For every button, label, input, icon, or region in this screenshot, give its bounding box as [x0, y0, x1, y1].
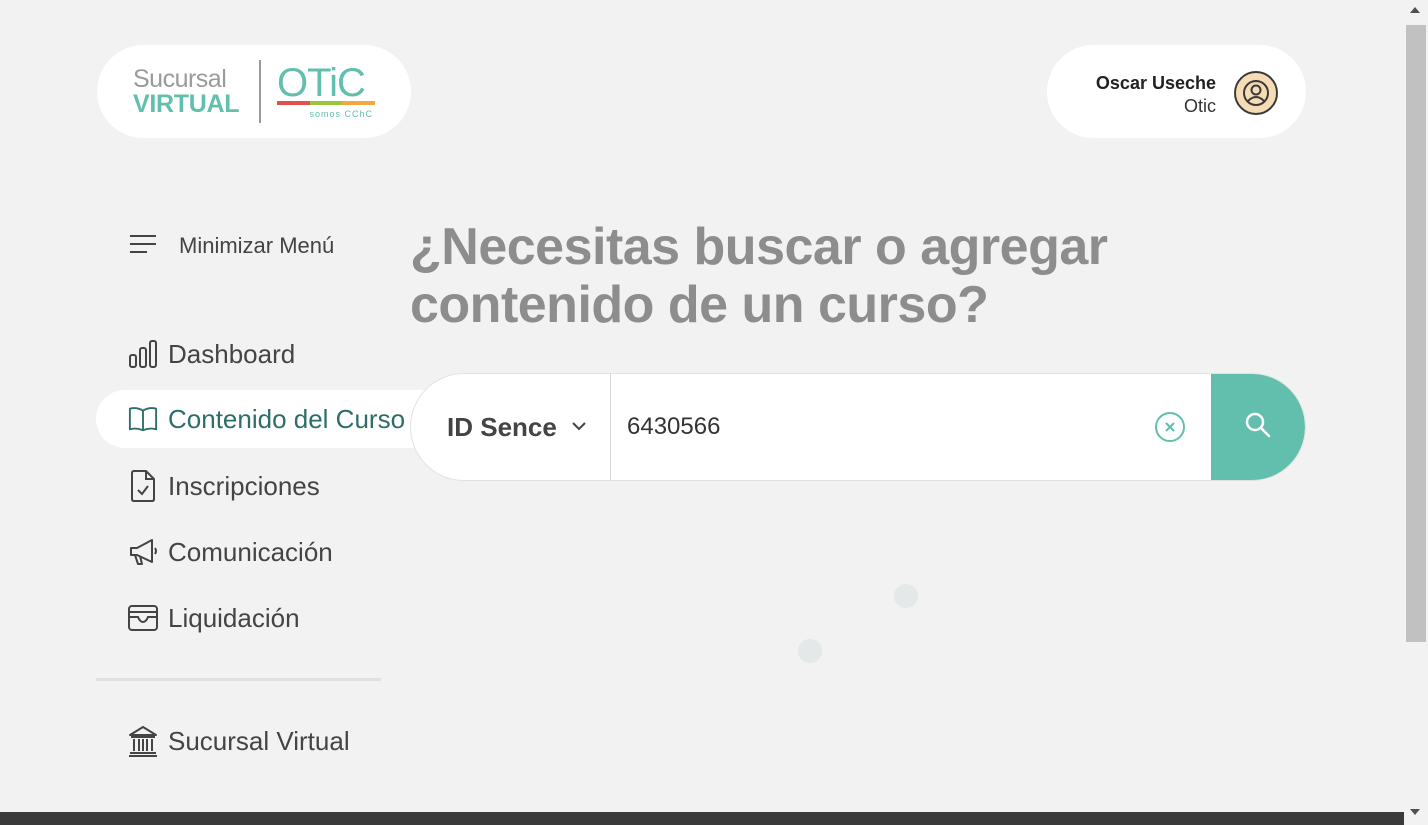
- logo-divider: [259, 60, 261, 123]
- sidebar-item-contenido-del-curso[interactable]: Contenido del Curso: [96, 390, 436, 448]
- user-menu[interactable]: Oscar Useche Otic: [1047, 45, 1306, 138]
- sidebar-item-label: Liquidación: [168, 602, 300, 633]
- scroll-down-arrow-icon[interactable]: [1410, 809, 1420, 815]
- user-circle-icon[interactable]: [1234, 71, 1278, 115]
- sidebar-item-label: Inscripciones: [168, 470, 320, 501]
- chevron-down-icon: [571, 418, 587, 436]
- footer-bar: [0, 812, 1404, 825]
- sidebar-item-comunicacion[interactable]: Comunicación: [96, 523, 426, 581]
- sidebar-item-liquidacion[interactable]: Liquidación: [96, 589, 426, 647]
- sidebar-item-inscripciones[interactable]: Inscripciones: [96, 457, 426, 515]
- bank-building-icon: [128, 726, 158, 757]
- minimize-menu-button[interactable]: Minimizar Menú: [129, 230, 334, 262]
- otic-tagline: somos CChC: [309, 109, 373, 119]
- otic-brand-text: OTiC: [277, 61, 366, 105]
- logo-line2: VIRTUAL: [133, 90, 240, 118]
- sidebar-divider: [96, 678, 381, 681]
- megaphone-icon: [128, 537, 158, 567]
- sidebar-item-label: Dashboard: [168, 338, 296, 369]
- logo-sucursal-virtual: Sucursal VIRTUAL: [133, 65, 240, 118]
- search-icon: [1244, 411, 1272, 444]
- sidebar-item-label: Sucursal Virtual: [168, 725, 350, 756]
- hamburger-icon: [129, 233, 157, 260]
- user-name: Oscar Useche: [1095, 73, 1216, 93]
- search-button[interactable]: [1211, 374, 1305, 480]
- clear-circle-icon[interactable]: [1155, 412, 1185, 442]
- search-type-select[interactable]: ID Sence: [411, 374, 611, 480]
- user-organization: Otic: [1183, 96, 1216, 116]
- minimize-menu-label: Minimizar Menú: [179, 233, 335, 258]
- search-input[interactable]: [611, 374, 1155, 480]
- otic-logo: OTiC somos CChC: [277, 63, 377, 121]
- bar-chart-icon: [128, 339, 158, 369]
- sidebar-item-label: Contenido del Curso: [168, 403, 406, 434]
- logo-pill[interactable]: Sucursal VIRTUAL OTiC somos CChC: [97, 45, 411, 138]
- otic-color-bar: [277, 101, 376, 105]
- scroll-up-arrow-icon[interactable]: [1410, 7, 1420, 13]
- search-type-selected: ID Sence: [447, 411, 557, 442]
- course-search-bar: ID Sence: [410, 373, 1306, 481]
- sidebar-item-sucursal-virtual[interactable]: Sucursal Virtual: [96, 712, 426, 770]
- sidebar-item-label: Comunicación: [168, 536, 333, 567]
- scrollbar-thumb[interactable]: [1406, 25, 1426, 642]
- loading-dot: [798, 639, 822, 663]
- document-check-icon: [128, 470, 158, 502]
- archive-box-icon: [128, 603, 158, 633]
- open-book-icon: [128, 404, 158, 434]
- logo-line1: Sucursal: [133, 65, 227, 93]
- page-title: ¿Necesitas buscar o agregar contenido de…: [410, 218, 1108, 334]
- loading-dot: [894, 584, 918, 608]
- sidebar-item-dashboard[interactable]: Dashboard: [96, 325, 426, 383]
